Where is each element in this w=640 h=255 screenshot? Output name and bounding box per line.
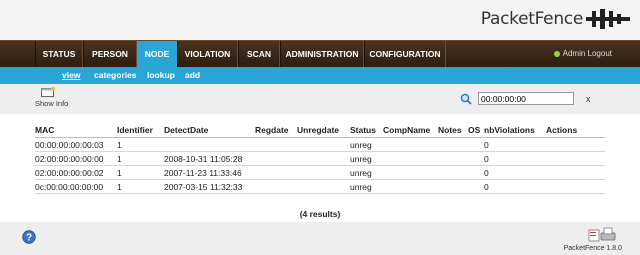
sub-nav: view categories lookup add xyxy=(0,67,640,84)
col-header[interactable]: OS xyxy=(468,122,484,138)
cell-actions xyxy=(546,137,605,152)
clear-search-button[interactable]: x xyxy=(586,94,591,104)
cell-nbviolations: 0 xyxy=(484,151,546,166)
tab-administration[interactable]: ADMINISTRATION xyxy=(280,41,364,67)
cell-unregdate xyxy=(297,137,350,152)
cell-compname xyxy=(383,137,438,152)
col-header: Actions xyxy=(546,122,605,138)
subnav-categories[interactable]: categories xyxy=(94,67,137,84)
col-header[interactable]: Identifier xyxy=(117,122,164,138)
subnav-view[interactable]: view xyxy=(62,67,80,84)
col-header[interactable]: DetectDate xyxy=(164,122,255,138)
cell-actions xyxy=(546,151,605,166)
col-header[interactable]: Status xyxy=(350,122,383,138)
cell-compname xyxy=(383,151,438,166)
col-header[interactable]: CompName xyxy=(383,122,438,138)
cell-os xyxy=(468,137,484,152)
tab-status[interactable]: STATUS xyxy=(35,41,83,67)
cell-os xyxy=(468,179,484,194)
svg-text:?: ? xyxy=(26,233,32,244)
search-input[interactable] xyxy=(478,92,574,105)
table-row[interactable]: 02:00:00:00:00:00 1 2008-10-31 11:05:28 … xyxy=(35,151,605,166)
header: PacketFence xyxy=(0,0,640,40)
cell-detectdate xyxy=(164,137,255,152)
col-header[interactable]: MAC xyxy=(35,122,117,138)
cell-regdate xyxy=(255,179,297,194)
show-info-label: Show Info xyxy=(35,99,69,108)
logo-wave-icon xyxy=(586,9,630,29)
cell-detectdate: 2008-10-31 11:05:28 xyxy=(164,151,255,166)
cell-notes xyxy=(438,151,468,166)
tab-configuration[interactable]: CONFIGURATION xyxy=(364,41,446,67)
cell-detectdate: 2007-03-15 11:32:33 xyxy=(164,179,255,194)
subnav-add[interactable]: add xyxy=(185,67,200,84)
table-row[interactable]: 0c:00:00:00:00:00 1 2007-03-15 11:32:33 … xyxy=(35,179,605,194)
cell-unregdate xyxy=(297,165,350,180)
cell-mac: 00:00:00:00:00:03 xyxy=(35,137,117,152)
cell-os xyxy=(468,165,484,180)
print-icon[interactable] xyxy=(587,226,617,242)
cell-status: unreg xyxy=(350,179,383,194)
cell-compname xyxy=(383,165,438,180)
cell-identifier: 1 xyxy=(117,137,164,152)
table-header-row: MAC Identifier DetectDate Regdate Unregd… xyxy=(35,122,605,138)
user-icon xyxy=(553,50,560,57)
cell-regdate xyxy=(255,151,297,166)
cell-nbviolations: 0 xyxy=(484,165,546,180)
cell-mac: 02:00:00:00:00:02 xyxy=(35,165,117,180)
packetfence-logo: PacketFence xyxy=(481,6,630,32)
col-header[interactable]: Unregdate xyxy=(297,122,350,138)
cell-regdate xyxy=(255,165,297,180)
cell-mac: 0c:00:00:00:00:00 xyxy=(35,179,117,194)
results-count: (4 results) xyxy=(299,209,341,219)
nodes-table: MAC Identifier DetectDate Regdate Unregd… xyxy=(35,122,605,194)
cell-unregdate xyxy=(297,179,350,194)
col-header[interactable]: Notes xyxy=(438,122,468,138)
toolbar: Show Info x xyxy=(0,84,640,114)
cell-mac: 02:00:00:00:00:00 xyxy=(35,151,117,166)
cell-detectdate: 2007-11-23 11:33:46 xyxy=(164,165,255,180)
cell-compname xyxy=(383,179,438,194)
cell-actions xyxy=(546,179,605,194)
cell-nbviolations: 0 xyxy=(484,179,546,194)
show-info-icon xyxy=(41,87,55,97)
version-label: PacketFence 1.8.0 xyxy=(563,245,622,252)
cell-notes xyxy=(438,137,468,152)
table-row[interactable]: 02:00:00:00:00:02 1 2007-11-23 11:33:46 … xyxy=(35,165,605,180)
col-header[interactable]: nbViolations xyxy=(484,122,546,138)
search-icon[interactable] xyxy=(460,93,472,105)
cell-status: unreg xyxy=(350,165,383,180)
table-row[interactable]: 00:00:00:00:00:03 1 unreg 0 xyxy=(35,137,605,152)
cell-actions xyxy=(546,165,605,180)
tab-scan[interactable]: SCAN xyxy=(238,41,280,67)
subnav-lookup[interactable]: lookup xyxy=(147,67,175,84)
cell-notes xyxy=(438,179,468,194)
cell-status: unreg xyxy=(350,137,383,152)
cell-os xyxy=(468,151,484,166)
logo-text: PacketFence xyxy=(480,9,584,29)
help-icon[interactable]: ? xyxy=(22,230,36,244)
tab-node[interactable]: NODE xyxy=(137,41,177,67)
cell-regdate xyxy=(255,137,297,152)
user-logout[interactable]: Admin Logout xyxy=(553,41,612,67)
show-info-button[interactable]: Show Info xyxy=(35,87,75,108)
tab-person[interactable]: PERSON xyxy=(83,41,137,67)
cell-nbviolations: 0 xyxy=(484,137,546,152)
logout-link[interactable]: Admin Logout xyxy=(563,49,612,58)
main-nav: STATUS PERSON NODE VIOLATION SCAN ADMINI… xyxy=(0,40,640,67)
col-header[interactable]: Regdate xyxy=(255,122,297,138)
cell-unregdate xyxy=(297,151,350,166)
cell-identifier: 1 xyxy=(117,165,164,180)
tab-violation[interactable]: VIOLATION xyxy=(177,41,238,67)
footer: ? PacketFence 1.8.0 xyxy=(0,222,640,255)
cell-status: unreg xyxy=(350,151,383,166)
cell-identifier: 1 xyxy=(117,179,164,194)
cell-notes xyxy=(438,165,468,180)
cell-identifier: 1 xyxy=(117,151,164,166)
